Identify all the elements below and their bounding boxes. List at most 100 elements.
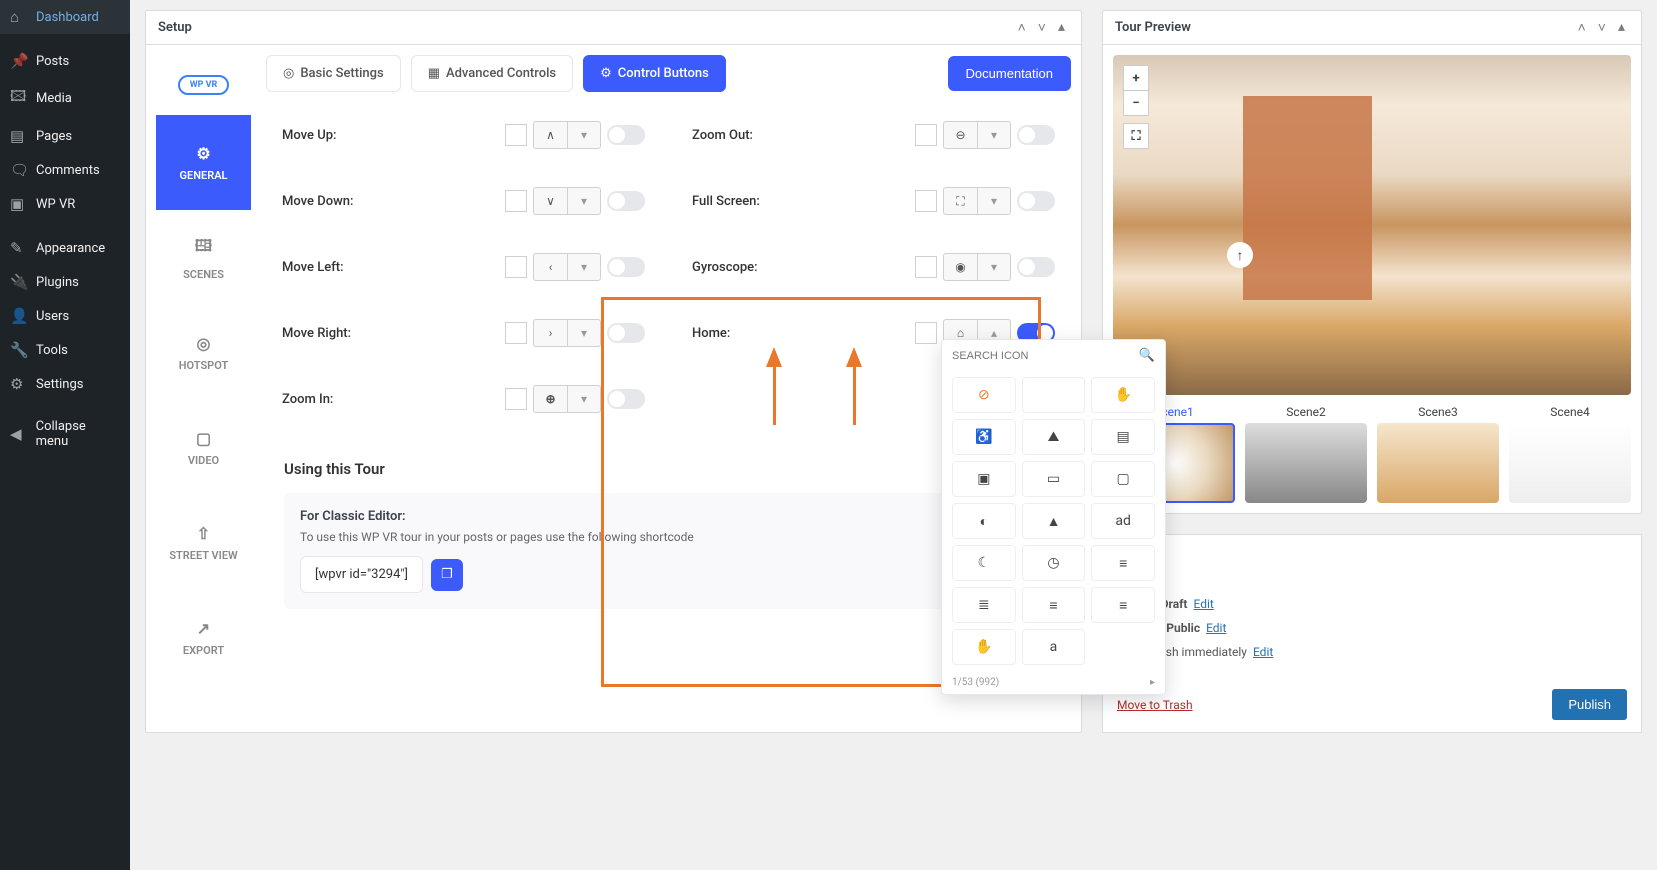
menu-settings[interactable]: ⚙Settings [0,367,130,401]
icon-hand[interactable]: ✋ [1091,377,1155,413]
edit-schedule-link[interactable]: Edit [1253,645,1273,659]
menu-collapse[interactable]: ◀Collapse menu [0,411,130,457]
setup-panel: Setup ˄ ˅ ▴ WP VR ⚙GENERAL 🖽SCENES ◎HOTS… [145,10,1082,733]
fullscreen-icon-select[interactable]: ⛶▾ [943,187,1011,215]
menu-media[interactable]: 🖾Media [0,78,130,119]
icon-list[interactable]: ≡ [1091,545,1155,581]
icon-id[interactable]: ▣ [952,461,1016,497]
menu-users[interactable]: 👤Users [0,299,130,333]
scene-thumb-4[interactable]: Scene4 [1509,405,1631,503]
move-up-color[interactable] [505,124,527,146]
move-left-toggle[interactable] [607,257,645,277]
icon-card[interactable]: ▭ [1022,461,1086,497]
menu-tools[interactable]: 🔧Tools [0,333,130,367]
icon-mountain[interactable]: ⛰ [1022,419,1086,455]
move-down-icon-select[interactable]: ∨▾ [533,187,601,215]
panel-collapse-icon[interactable]: ▴ [1054,19,1069,36]
panel-down-icon[interactable]: ˅ [1034,19,1050,36]
icon-none[interactable]: ⊘ [952,377,1016,413]
menu-dashboard[interactable]: ⌂Dashboard [0,0,130,34]
move-right-icon-select[interactable]: ›▾ [533,319,601,347]
preview-zoom-in[interactable]: + [1123,65,1149,91]
icon-amazon[interactable]: a [1022,629,1086,665]
move-down-color[interactable] [505,190,527,212]
icon-accessible[interactable]: ♿ [952,419,1016,455]
edit-visibility-link[interactable]: Edit [1206,621,1226,635]
setup-title: Setup [158,20,192,35]
menu-posts[interactable]: 📌Posts [0,44,130,78]
basic-settings-tab[interactable]: ◎Basic Settings [266,55,401,92]
tab-general[interactable]: ⚙GENERAL [156,115,251,210]
home-color[interactable] [915,322,937,344]
gyroscope-icon-select[interactable]: ◉▾ [943,253,1011,281]
edit-status-link[interactable]: Edit [1194,597,1214,611]
control-buttons-tab[interactable]: ⚙Control Buttons [583,55,726,92]
shortcode-value: [wpvr id="3294"] [300,556,423,593]
icon-blank[interactable] [1022,377,1086,413]
icon-badge[interactable]: ▢ [1091,461,1155,497]
tour-preview[interactable]: + − ⛶ ↑ [1113,55,1631,395]
tab-street-view[interactable]: ⇧STREET VIEW [156,495,251,590]
copy-shortcode-button[interactable]: ❐ [431,559,463,591]
move-right-toggle[interactable] [607,323,645,343]
icon-up[interactable]: ▲ [1022,503,1086,539]
tab-hotspot[interactable]: ◎HOTSPOT [156,305,251,400]
hotspot-marker[interactable]: ↑ [1227,242,1253,268]
gyroscope-color[interactable] [915,256,937,278]
icon-picker-popup: 🔍 ⊘ ✋ ♿ ⛰ ▤ ▣ ▭ ▢ [941,339,1166,695]
menu-plugins[interactable]: 🔌Plugins [0,265,130,299]
zoom-out-color[interactable] [915,124,937,146]
icon-contrast[interactable]: ◐ [952,503,1016,539]
tutorial-arrow-1 [766,347,782,367]
move-to-trash-link[interactable]: Move to Trash [1117,698,1193,712]
home-label: Home: [692,326,730,341]
zoom-in-toggle[interactable] [607,389,645,409]
zoom-in-color[interactable] [505,388,527,410]
menu-pages[interactable]: ▤Pages [0,119,130,153]
icon-align-left[interactable]: ≡ [1022,587,1086,623]
zoom-out-icon-select[interactable]: ⊖▾ [943,121,1011,149]
gyroscope-toggle[interactable] [1017,257,1055,277]
icon-grab[interactable]: ✋ [952,629,1016,665]
fullscreen-toggle[interactable] [1017,191,1055,211]
using-tour-title: Using this Tour [284,460,1053,478]
tab-video[interactable]: ▢VIDEO [156,400,251,495]
panel-down-icon[interactable]: ˅ [1594,19,1610,36]
tab-scenes[interactable]: 🖽SCENES [156,210,251,305]
picker-next-icon[interactable]: ▸ [1150,677,1155,688]
move-up-toggle[interactable] [607,125,645,145]
move-down-toggle[interactable] [607,191,645,211]
panel-up-icon[interactable]: ˄ [1574,19,1590,36]
publish-button[interactable]: Publish [1552,689,1627,720]
scene-thumb-2[interactable]: Scene2 [1245,405,1367,503]
panel-up-icon[interactable]: ˄ [1014,19,1030,36]
move-up-icon-select[interactable]: ∧▾ [533,121,601,149]
scene-thumb-3[interactable]: Scene3 [1377,405,1499,503]
preview-zoom-out[interactable]: − [1123,90,1149,116]
icon-clock[interactable]: ◷ [1022,545,1086,581]
menu-appearance[interactable]: ✎Appearance [0,231,130,265]
menu-comments[interactable]: 🗨Comments [0,153,130,187]
panel-collapse-icon[interactable]: ▴ [1614,19,1629,36]
zoom-in-icon-select[interactable]: ⊕▾ [533,385,601,413]
zoom-out-toggle[interactable] [1017,125,1055,145]
icon-align-center[interactable]: ≣ [952,587,1016,623]
tab-export[interactable]: ↗EXPORT [156,590,251,685]
advanced-controls-tab[interactable]: ▦Advanced Controls [411,55,573,92]
icon-search-input[interactable] [952,348,1139,363]
icon-moon[interactable]: ☾ [952,545,1016,581]
icon-contact[interactable]: ▤ [1091,419,1155,455]
chevron-down-icon[interactable]: ▾ [567,121,601,149]
fullscreen-color[interactable] [915,190,937,212]
move-right-color[interactable] [505,322,527,344]
preview-fullscreen[interactable]: ⛶ [1123,123,1149,149]
search-icon: 🔍 [1139,348,1155,363]
control-icon: ⚙ [600,66,612,81]
icon-ad[interactable]: ad [1091,503,1155,539]
icon-align-right[interactable]: ≡ [1091,587,1155,623]
move-left-icon-select[interactable]: ‹▾ [533,253,601,281]
menu-wpvr[interactable]: ▣WP VR [0,187,130,221]
documentation-button[interactable]: Documentation [948,56,1071,91]
move-left-label: Move Left: [282,260,344,275]
move-left-color[interactable] [505,256,527,278]
